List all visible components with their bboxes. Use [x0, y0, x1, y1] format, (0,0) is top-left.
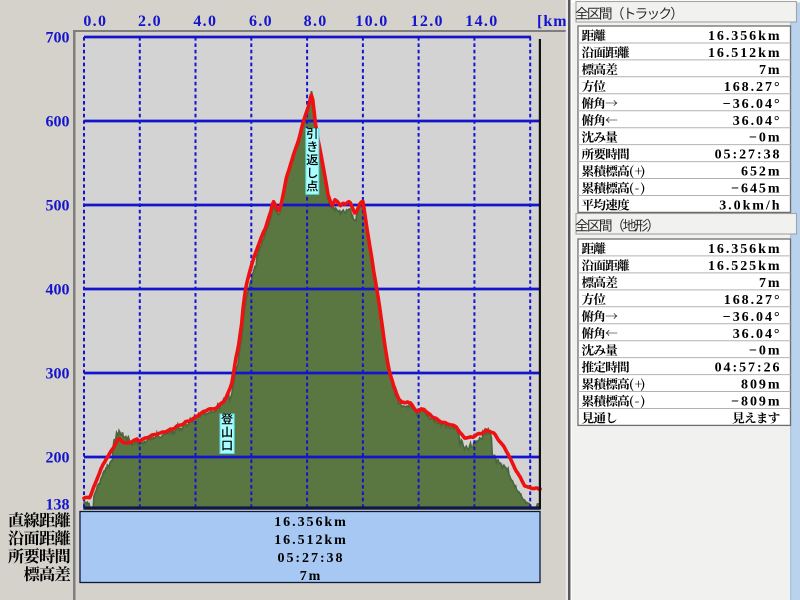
svg-text:05:27:38: 05:27:38 — [715, 148, 782, 163]
svg-text:7m: 7m — [300, 569, 323, 584]
svg-text:8.0: 8.0 — [304, 13, 328, 30]
svg-text:−809m: −809m — [731, 395, 781, 410]
svg-text:36.04°: 36.04° — [733, 114, 782, 129]
svg-text:12.0: 12.0 — [411, 13, 444, 30]
svg-text:2.0: 2.0 — [138, 13, 162, 30]
svg-text:−645m: −645m — [731, 182, 781, 197]
svg-text:04:57:26: 04:57:26 — [715, 361, 782, 376]
svg-text:16.356km: 16.356km — [708, 29, 782, 44]
svg-text:400: 400 — [46, 282, 70, 299]
svg-text:16.356km: 16.356km — [274, 515, 348, 530]
svg-text:16.356km: 16.356km — [708, 242, 782, 257]
svg-text:7m: 7m — [759, 276, 782, 291]
svg-text:36.04°: 36.04° — [733, 327, 782, 342]
svg-text:10.0: 10.0 — [355, 13, 388, 30]
svg-text:−36.04°: −36.04° — [723, 310, 782, 325]
svg-text:−0m: −0m — [749, 344, 782, 359]
svg-text:−36.04°: −36.04° — [723, 97, 782, 112]
svg-text:600: 600 — [46, 114, 70, 131]
svg-text:168.27°: 168.27° — [724, 293, 782, 308]
svg-text:16.512km: 16.512km — [708, 46, 782, 61]
svg-text:−0m: −0m — [749, 131, 782, 146]
svg-text:809m: 809m — [741, 378, 781, 393]
svg-text:200: 200 — [46, 450, 70, 467]
svg-text:0.0: 0.0 — [83, 13, 107, 30]
svg-text:168.27°: 168.27° — [724, 80, 782, 95]
svg-text:700: 700 — [46, 30, 70, 47]
svg-text:16.512km: 16.512km — [274, 533, 348, 548]
svg-text:05:27:38: 05:27:38 — [278, 551, 345, 566]
svg-text:14.0: 14.0 — [465, 13, 498, 30]
svg-text:6.0: 6.0 — [249, 13, 273, 30]
svg-text:652m: 652m — [741, 165, 781, 180]
svg-text:138: 138 — [46, 497, 70, 514]
svg-text:4.0: 4.0 — [193, 13, 217, 30]
svg-text:500: 500 — [46, 198, 70, 215]
svg-text:16.525km: 16.525km — [708, 259, 782, 274]
svg-text:3.0km/h: 3.0km/h — [719, 199, 781, 214]
svg-text:300: 300 — [46, 366, 70, 383]
svg-text:7m: 7m — [759, 63, 782, 78]
